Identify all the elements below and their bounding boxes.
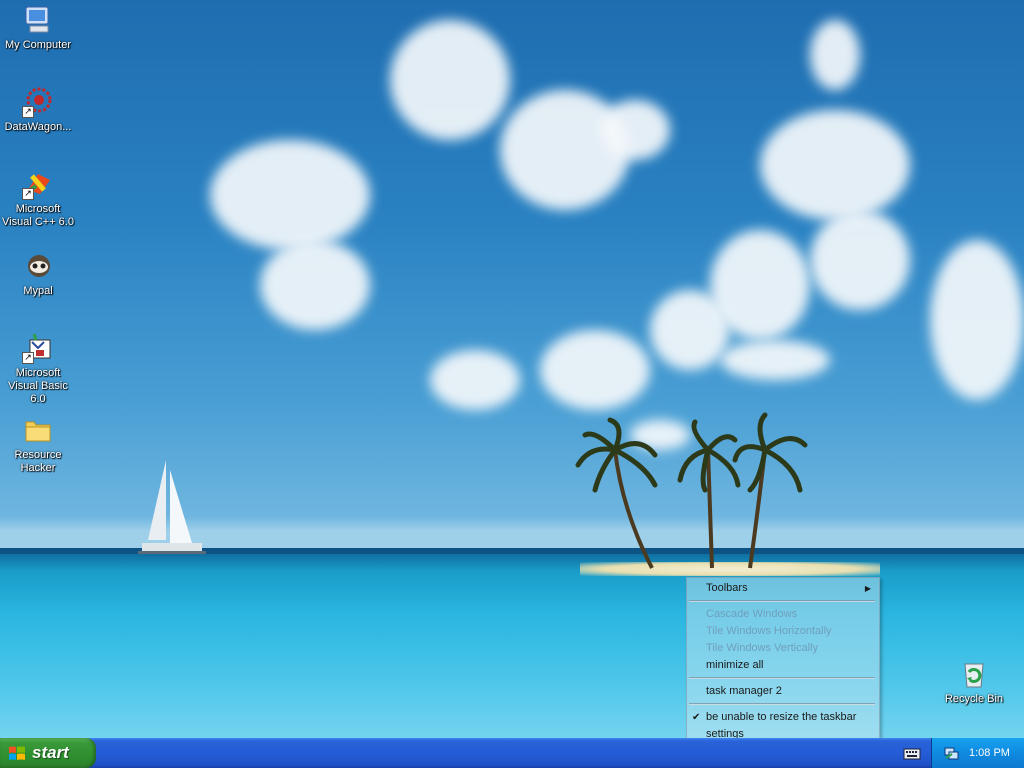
clock[interactable]: 1:08 PM [969,747,1010,759]
menu-item-tile-vertically[interactable]: Tile Windows Vertically [687,640,877,657]
cloud [720,340,830,380]
shortcut-arrow-icon: ↗ [22,188,34,200]
icon-label: Recycle Bin [944,693,1004,705]
menu-item-label: Tile Windows Vertically [706,642,819,654]
icon-label: Microsoft Visual Basic 6.0 [8,367,68,405]
my-computer-icon [22,4,54,36]
recycle-bin-icon [958,658,990,690]
taskbar[interactable]: start [0,738,1024,768]
menu-item-task-manager[interactable]: task manager 2 [687,683,877,700]
cloud [810,210,910,310]
menu-separator [689,677,875,679]
system-tray: 1:08 PM [931,738,1024,768]
menu-item-label: Tile Windows Horizontally [706,625,832,637]
menu-item-toolbars[interactable]: Toolbars ▶ [687,580,877,597]
cloud [760,110,910,220]
icon-label: My Computer [4,39,72,51]
menu-item-label: task manager 2 [706,685,782,697]
start-button[interactable]: start [0,738,96,768]
cloud [600,100,670,160]
menu-item-tile-horizontally[interactable]: Tile Windows Horizontally [687,623,877,640]
menu-item-label: Cascade Windows [706,608,798,620]
icon-label: Microsoft Visual C++ 6.0 [2,203,74,228]
menu-item-cascade-windows[interactable]: Cascade Windows [687,606,877,623]
shortcut-arrow-icon: ↗ [22,352,34,364]
cloud [390,20,510,140]
icon-label: DataWagon... [4,121,72,133]
network-icon[interactable] [943,745,959,761]
menu-item-lock-taskbar[interactable]: ✔ be unable to resize the taskbar [687,709,877,726]
cloud [810,20,860,90]
menu-item-minimize-all[interactable]: minimize all [687,657,877,674]
palm-trees [575,412,808,569]
desktop-icon-mypal[interactable]: Mypal [0,250,76,298]
cloud [260,240,370,330]
menu-separator [689,600,875,602]
menu-separator [689,703,875,705]
datawagon-icon: ↗ [22,86,54,118]
folder-icon [22,414,54,446]
desktop-icon-datawagon[interactable]: ↗ DataWagon... [0,86,76,134]
desktop-icon-recycle-bin[interactable]: Recycle Bin [936,658,1012,706]
cloud [710,230,810,340]
taskbar-context-menu: Toolbars ▶ Cascade Windows Tile Windows … [686,577,880,747]
cloud [930,240,1024,400]
shortcut-arrow-icon: ↗ [22,106,34,118]
icon-label: Mypal [23,285,53,297]
menu-item-label: Toolbars [706,582,748,594]
desktop-icon-resource-hacker[interactable]: Resource Hacker [0,414,76,475]
menu-item-label: minimize all [706,659,764,671]
checkmark-icon: ✔ [692,712,701,723]
visual-basic-icon: ↗ [22,332,54,364]
cloud [430,350,520,410]
desktop-icon-my-computer[interactable]: My Computer [0,4,76,52]
desktop-icon-visual-basic[interactable]: ↗ Microsoft Visual Basic 6.0 [0,332,76,406]
desktop-icon-visual-cpp[interactable]: ↗ Microsoft Visual C++ 6.0 [0,168,76,229]
cloud [210,140,370,250]
icon-label: Resource Hacker [14,449,62,474]
submenu-arrow-icon: ▶ [864,584,871,593]
sailboat [138,460,206,554]
windows-logo-icon [9,746,25,760]
visual-cpp-icon: ↗ [22,168,54,200]
cloud [540,330,650,410]
menu-item-label: be unable to resize the taskbar [706,711,857,723]
start-label: start [32,743,69,762]
keyboard-icon[interactable] [903,746,921,760]
mypal-icon [22,250,54,282]
